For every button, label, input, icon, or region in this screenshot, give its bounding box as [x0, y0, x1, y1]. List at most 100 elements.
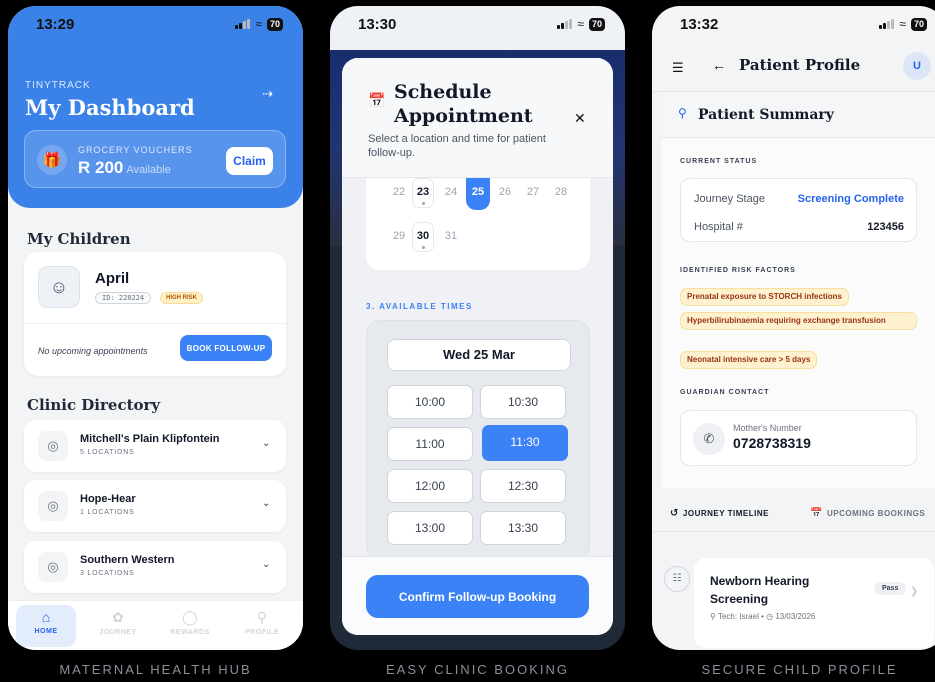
status-box: Journey Stage Screening Complete Hospita… — [680, 178, 917, 242]
book-follow-up-button[interactable]: BOOK FOLLOW-UP — [180, 335, 272, 361]
time-slot[interactable]: 13:00 — [387, 511, 473, 545]
tab-label: UPCOMING BOOKINGS — [826, 509, 926, 518]
risk-factor-chip: Prenatal exposure to STORCH infections — [680, 288, 849, 306]
sheet-header: 📅 Schedule Appointment ✕ Select a locati… — [342, 58, 613, 178]
caption-2: EASY CLINIC BOOKING — [386, 662, 569, 677]
wifi-icon: ≈ — [577, 17, 584, 31]
calendar-icon: 📅 — [368, 92, 386, 108]
close-icon[interactable]: ✕ — [574, 110, 586, 127]
time-slot[interactable]: 13:30 — [480, 511, 566, 545]
booking-screen: 13:30 ≈ 70 22 23 24 25 26 27 28 29 30 31… — [330, 6, 625, 650]
battery-icon: 70 — [910, 17, 927, 31]
confirm-booking-button[interactable]: Confirm Follow-up Booking — [366, 575, 589, 618]
phone-icon: ✆ — [693, 423, 725, 455]
time-slot-selected[interactable]: 11:30 — [482, 425, 568, 461]
signal-icon — [235, 19, 251, 29]
status-badge: Pass — [874, 582, 907, 595]
menu-icon[interactable]: ☰ — [672, 60, 684, 76]
sheet-title: Schedule Appointment — [394, 81, 533, 127]
selected-date: Wed 25 Mar — [387, 339, 571, 371]
risk-factor-chip: Hyperbilirubinaemia requiring exchange t… — [680, 312, 917, 330]
tab-profile[interactable]: ⚲ PROFILE — [232, 605, 292, 647]
time-slot[interactable]: 12:00 — [387, 469, 473, 503]
calendar-day[interactable]: 30 — [412, 230, 434, 242]
clinic-item[interactable]: ◎ Mitchell's Plain Klipfontein 5 LOCATIO… — [24, 420, 286, 472]
calendar-day[interactable]: 24 — [440, 186, 462, 198]
claim-button[interactable]: Claim — [226, 147, 273, 175]
location-pin-icon: ◎ — [38, 552, 68, 582]
voucher-available: Available — [126, 164, 171, 176]
clinic-locations: 5 LOCATIONS — [80, 449, 135, 456]
journey-stage-value: Screening Complete — [797, 193, 904, 205]
dashboard-screen: 13:29 ≈ 70 TINYTRACK My Dashboard ⇢ 🎁 GR… — [8, 6, 303, 650]
back-arrow-icon[interactable]: ← — [712, 57, 726, 73]
clipboard-icon: ☷ — [664, 566, 690, 592]
sheet-subtitle: Select a location and time for patient f… — [368, 133, 546, 159]
profile-screen: 13:32 ≈ 70 ☰ ← Patient Profile U ⚲ Patie… — [652, 6, 935, 650]
clock-icon: ◷ — [766, 612, 776, 621]
clinic-name: Hope-Hear — [80, 493, 136, 505]
location-pin-icon: ◎ — [38, 491, 68, 521]
tab-home[interactable]: ⌂ HOME — [16, 605, 76, 647]
hospital-label: Hospital # — [694, 221, 743, 233]
chevron-right-icon[interactable]: ❯ — [910, 586, 918, 597]
calendar-day[interactable]: 28 — [550, 186, 572, 198]
profile-tabs: ↺ JOURNEY TIMELINE 📅 UPCOMING BOOKINGS — [652, 496, 935, 532]
clinic-item[interactable]: ◎ Southern Western 3 LOCATIONS ⌄ — [24, 541, 286, 593]
time-slot[interactable]: 12:30 — [480, 469, 566, 503]
status-bar: 13:30 ≈ 70 — [330, 6, 625, 42]
tab-label: HOME — [34, 628, 58, 635]
time-slot[interactable]: 10:30 — [480, 385, 566, 419]
status-time: 13:30 — [358, 15, 397, 33]
calendar-icon: 📅 — [810, 508, 823, 519]
chevron-down-icon[interactable]: ⌄ — [262, 559, 270, 570]
clinic-item[interactable]: ◎ Hope-Hear 1 LOCATIONS ⌄ — [24, 480, 286, 532]
chevron-down-icon[interactable]: ⌄ — [262, 498, 270, 509]
status-time: 13:32 — [680, 15, 719, 33]
wifi-icon: ≈ — [899, 17, 906, 31]
calendar-day-selected[interactable]: 25 — [467, 186, 489, 198]
calendar-day[interactable]: 23 — [412, 186, 434, 198]
calendar-day[interactable]: 27 — [522, 186, 544, 198]
calendar-day[interactable]: 31 — [440, 230, 462, 242]
calendar-day[interactable]: 22 — [388, 186, 410, 198]
child-card[interactable]: ☺ April ID: 228224 HIGH RISK No upcoming… — [24, 252, 286, 376]
page-title: My Dashboard — [25, 95, 195, 120]
showcase: 13:29 ≈ 70 TINYTRACK My Dashboard ⇢ 🎁 GR… — [0, 0, 935, 682]
history-icon: ↺ — [670, 508, 679, 519]
baby-icon: ☺ — [38, 266, 80, 308]
gift-icon: 🎁 — [37, 145, 67, 175]
journey-stage-label: Journey Stage — [694, 193, 765, 205]
tab-journey-timeline[interactable]: ↺ JOURNEY TIMELINE — [670, 508, 769, 519]
wifi-icon: ≈ — [255, 17, 262, 31]
tab-rewards[interactable]: ◯ REWARDS — [160, 605, 220, 647]
top-nav: ☰ ← Patient Profile U — [652, 42, 935, 92]
guardian-contact-label: GUARDIAN CONTACT — [680, 389, 770, 396]
timeline-tech: Tech: Israel • — [717, 612, 764, 621]
journey-icon: ✿ — [112, 609, 124, 625]
chevron-down-icon[interactable]: ⌄ — [262, 438, 270, 449]
current-status-label: CURRENT STATUS — [680, 158, 758, 165]
timeline-entry[interactable]: Newborn Hearing Screening Pass ❯ ⚲ Tech:… — [694, 558, 934, 648]
risk-factor-chip: Neonatal intensive care > 5 days — [680, 351, 818, 369]
battery-icon: 70 — [266, 17, 283, 31]
logout-icon[interactable]: ⇢ — [262, 86, 273, 102]
guardian-contact-box[interactable]: ✆ Mother's Number 0728738319 — [680, 410, 917, 466]
voucher-amount-value: R 200 — [78, 158, 124, 177]
directory-title: Clinic Directory — [27, 396, 161, 414]
tab-label: JOURNEY TIMELINE — [682, 509, 769, 518]
tab-journey[interactable]: ✿ JOURNEY — [88, 605, 148, 647]
no-appointments-text: No upcoming appointments — [38, 346, 148, 356]
time-slot[interactable]: 11:00 — [387, 427, 473, 461]
brand-label: TINYTRACK — [25, 80, 91, 91]
avatar[interactable]: U — [903, 52, 931, 80]
timeline-date: 13/03/2026 — [775, 612, 816, 621]
calendar-day[interactable]: 26 — [494, 186, 516, 198]
calendar-day[interactable]: 29 — [388, 230, 410, 242]
guardian-label: Mother's Number — [733, 423, 802, 433]
clinic-name: Mitchell's Plain Klipfontein — [80, 433, 220, 445]
child-id: ID: 228224 — [95, 292, 152, 304]
time-slot[interactable]: 10:00 — [387, 385, 473, 419]
status-bar: 13:32 ≈ 70 — [652, 6, 935, 42]
tab-upcoming-bookings[interactable]: 📅 UPCOMING BOOKINGS — [810, 508, 925, 519]
